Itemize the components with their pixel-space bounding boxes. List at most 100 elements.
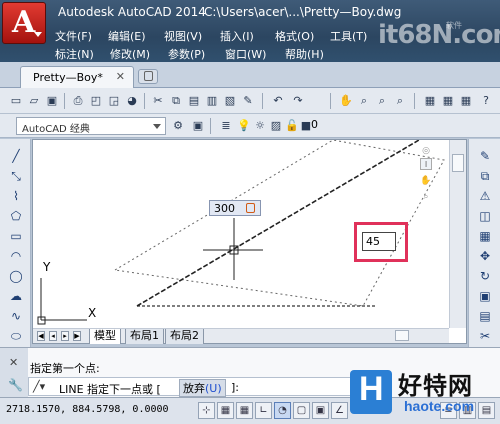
vertical-scrollbar[interactable] — [449, 140, 466, 328]
help-icon[interactable]: ? — [478, 93, 494, 109]
print-preview-icon[interactable]: ◰ — [88, 93, 104, 109]
quick-properties-icon[interactable]: ▤ — [478, 402, 495, 419]
grid-display-icon[interactable]: ▦ — [236, 402, 253, 419]
trim-icon[interactable]: ✂ — [476, 327, 494, 345]
first-layout-icon[interactable]: ◀ — [37, 331, 45, 341]
horizontal-scrollbar[interactable] — [255, 328, 449, 343]
menu-edit[interactable]: 编辑(E) — [108, 28, 146, 44]
paste-icon[interactable]: ▤ — [186, 93, 202, 109]
layer-manager-icon[interactable]: ≣ — [218, 118, 234, 134]
cut-icon[interactable]: ✂ — [150, 93, 166, 109]
workspace-dropdown[interactable]: AutoCAD 经典 — [16, 117, 166, 135]
pan-icon[interactable]: ✋ — [338, 93, 354, 109]
workspace-settings-icon[interactable]: ▣ — [190, 118, 206, 134]
print-icon[interactable]: ⎙ — [70, 93, 86, 109]
zoom-realtime-icon[interactable]: ⌕ — [356, 93, 372, 109]
design-center-icon[interactable]: ▦ — [440, 93, 456, 109]
rotate-icon[interactable]: ↻ — [476, 267, 494, 285]
lightbulb-icon[interactable]: 💡 — [236, 118, 252, 134]
arc-icon[interactable]: ◠ — [7, 247, 25, 265]
ortho-mode-icon[interactable]: ∟ — [255, 402, 272, 419]
menu-view[interactable]: 视图(V) — [164, 28, 202, 44]
sun-icon[interactable]: ☼ — [252, 118, 268, 134]
object-snap-tracking-icon[interactable]: ∠ — [331, 402, 348, 419]
snap-mode-icon[interactable]: ▦ — [217, 402, 234, 419]
properties-icon[interactable]: ▦ — [422, 93, 438, 109]
render-icon[interactable]: ◕ — [124, 93, 140, 109]
menu-insert[interactable]: 插入(I) — [220, 28, 254, 44]
close-icon[interactable]: ✕ — [9, 356, 18, 369]
drawing-canvas[interactable]: Y X 300 45 ◎ I ✋ ⌕ ◀ ◂ ▸ ▶ 模型 布局1 布局2 — [32, 139, 467, 344]
save-icon[interactable]: ▣ — [44, 93, 60, 109]
dynamic-angle-input[interactable]: 45 — [362, 232, 396, 251]
document-tab[interactable]: Pretty—Boy* ✕ — [20, 66, 134, 88]
undo-icon[interactable]: ↶ — [270, 93, 286, 109]
menu-file[interactable]: 文件(F) — [55, 28, 92, 44]
copy-icon[interactable]: ⧉ — [168, 93, 184, 109]
tool-palettes-icon[interactable]: ▦ — [458, 93, 474, 109]
zoom-previous-icon[interactable]: ⌕ — [392, 93, 408, 109]
vertical-scroll-thumb[interactable] — [452, 154, 464, 172]
nav-cube-icon[interactable]: I — [420, 158, 432, 170]
tab-layout2[interactable]: 布局2 — [165, 329, 204, 344]
tab-layout1[interactable]: 布局1 — [125, 329, 164, 344]
horizontal-scroll-thumb[interactable] — [395, 330, 409, 341]
new-file-icon[interactable]: ▭ — [8, 93, 24, 109]
ellipse-icon[interactable]: ⬭ — [7, 327, 25, 345]
scale-icon[interactable]: ▣ — [476, 287, 494, 305]
menu-tools[interactable]: 工具(T) — [330, 28, 367, 44]
zoom-window-icon[interactable]: ⌕ — [374, 93, 390, 109]
last-layout-icon[interactable]: ▶ — [73, 331, 81, 341]
match-properties-icon[interactable]: ▥ — [204, 93, 220, 109]
close-icon[interactable]: ✕ — [116, 70, 125, 83]
prev-layout-icon[interactable]: ◂ — [49, 331, 57, 341]
block-editor-icon[interactable]: ▧ — [222, 93, 238, 109]
zoom-nav-icon[interactable]: ⌕ — [417, 188, 435, 206]
3d-object-snap-icon[interactable]: ▣ — [312, 402, 329, 419]
new-tab-button[interactable] — [138, 69, 158, 84]
spline-icon[interactable]: ∿ — [7, 307, 25, 325]
standard-toolbar: ▭ ▱ ▣ ⎙ ◰ ◲ ◕ ✂ ⧉ ▤ ▥ ▧ ✎ ↶ ↷ ✋ ⌕ ⌕ ⌕ ▦ … — [0, 88, 500, 114]
wrench-icon[interactable]: 🔧 — [8, 378, 23, 392]
next-layout-icon[interactable]: ▸ — [61, 331, 69, 341]
array-icon[interactable]: ▦ — [476, 227, 494, 245]
object-snap-icon[interactable]: ▢ — [293, 402, 310, 419]
coordinate-readout[interactable]: 2718.1570, 884.5798, 0.0000 — [6, 404, 169, 415]
copy-object-icon[interactable]: ⧉ — [476, 167, 494, 185]
construction-line-icon[interactable]: ⤡ — [7, 167, 25, 185]
infer-constraints-icon[interactable]: ⊹ — [198, 402, 215, 419]
circle-icon[interactable]: ◯ — [7, 267, 25, 285]
distance-value: 300 — [214, 202, 235, 215]
polar-tracking-icon[interactable]: ◔ — [274, 402, 291, 419]
publish-icon[interactable]: ◲ — [106, 93, 122, 109]
revision-cloud-icon[interactable]: ☁ — [7, 287, 25, 305]
current-layer[interactable]: 0 — [311, 118, 318, 131]
polyline-icon[interactable]: ⌇ — [7, 187, 25, 205]
move-icon[interactable]: ✥ — [476, 247, 494, 265]
gear-icon[interactable]: ⚙ — [170, 118, 186, 134]
brush-icon[interactable]: ✎ — [240, 93, 256, 109]
command-line-handle: ✕ 🔧 — [0, 348, 28, 398]
erase-icon[interactable]: ✎ — [476, 147, 494, 165]
modify-toolbar: ✎ ⧉ ⚠ ◫ ▦ ✥ ↻ ▣ ▤ ✂ — [468, 139, 500, 347]
redo-icon[interactable]: ↷ — [290, 93, 306, 109]
draw-toolbar: ╱ ⤡ ⌇ ⬠ ▭ ◠ ◯ ☁ ∿ ⬭ — [0, 139, 31, 347]
menu-parametric[interactable]: 参数(P) — [168, 46, 205, 62]
menu-modify[interactable]: 修改(M) — [110, 46, 150, 62]
menu-dimension[interactable]: 标注(N) — [55, 46, 94, 62]
menu-help[interactable]: 帮助(H) — [285, 46, 324, 62]
undo-option-button[interactable]: 放弃(U) — [179, 379, 226, 397]
offset-icon[interactable]: ◫ — [476, 207, 494, 225]
menu-format[interactable]: 格式(O) — [275, 28, 314, 44]
menu-window[interactable]: 窗口(W) — [225, 46, 266, 62]
open-file-icon[interactable]: ▱ — [26, 93, 42, 109]
viewport-freeze-icon[interactable]: ▨ — [268, 118, 284, 134]
line-icon[interactable]: ╱ — [7, 147, 25, 165]
rectangle-icon[interactable]: ▭ — [7, 227, 25, 245]
dynamic-distance-input[interactable]: 300 — [209, 200, 261, 216]
polygon-icon[interactable]: ⬠ — [7, 207, 25, 225]
command-input[interactable]: ╱▾ LINE 指定下一点或 [ 放弃(U) ]: — [28, 377, 358, 397]
stretch-icon[interactable]: ▤ — [476, 307, 494, 325]
tab-model[interactable]: 模型 — [89, 329, 121, 344]
mirror-icon[interactable]: ⚠ — [476, 187, 494, 205]
